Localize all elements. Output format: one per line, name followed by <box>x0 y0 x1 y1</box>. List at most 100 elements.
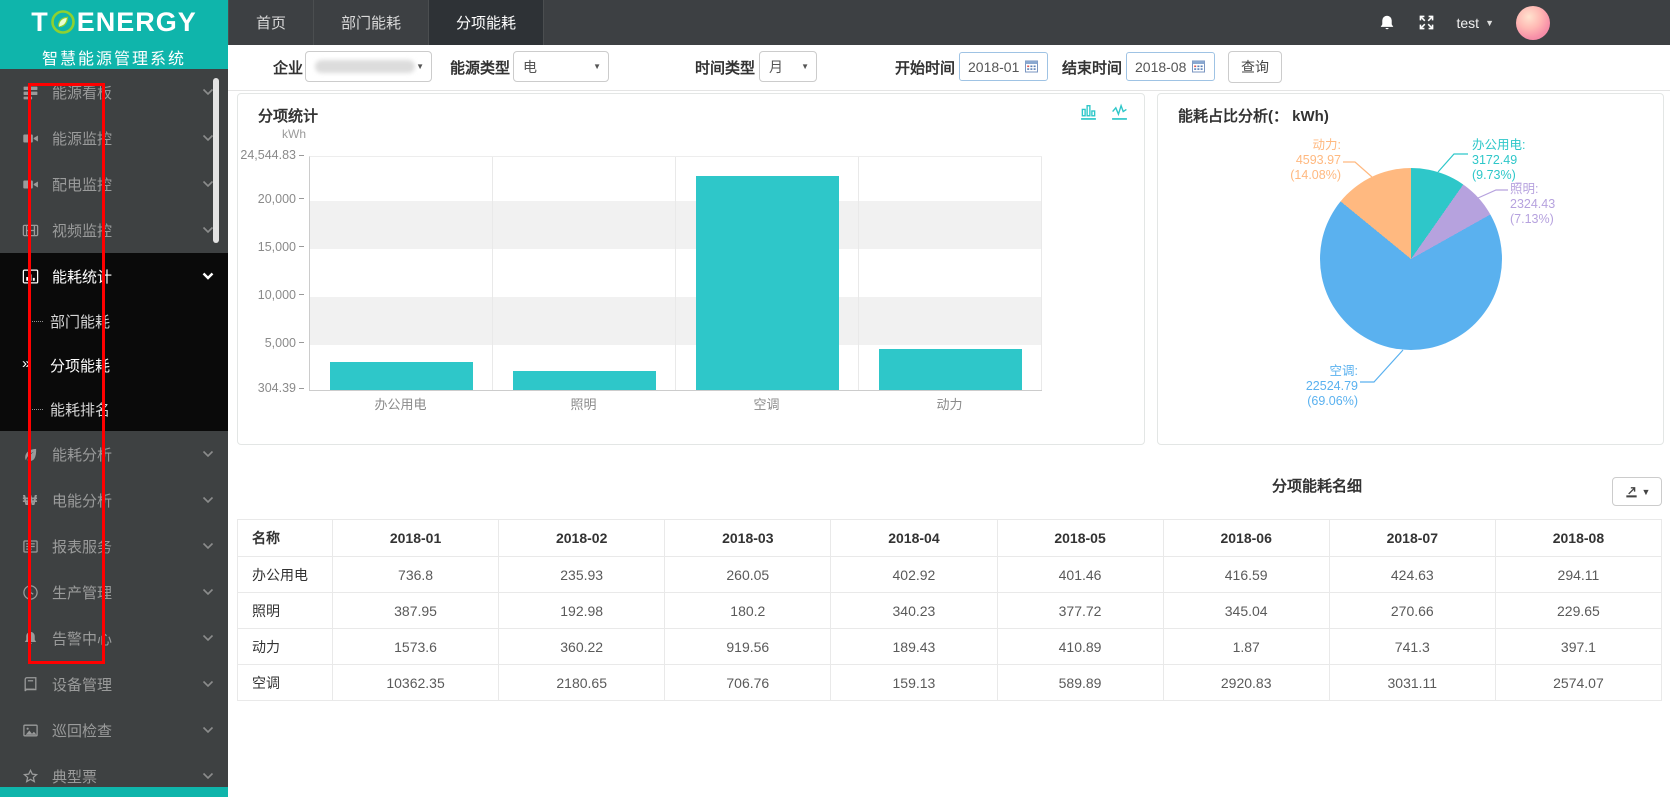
sidebar-scrollbar[interactable] <box>213 78 219 243</box>
y-tick-label: 304.39 <box>238 381 304 395</box>
notification-bell-icon[interactable] <box>1378 14 1396 32</box>
user-menu[interactable]: test ▼ <box>1457 15 1495 31</box>
nav-tab[interactable]: 部门能耗 <box>314 0 429 45</box>
y-tick-label: 5,000 <box>238 336 304 350</box>
sidebar-subitem-label: 分项能耗 <box>50 355 110 376</box>
sidebar-item-label: 配电监控 <box>52 174 202 195</box>
topbar-right: test ▼ <box>1378 0 1670 45</box>
chevron-down-icon <box>202 496 214 504</box>
row-name-cell: 空调 <box>238 665 333 701</box>
start-date-input[interactable]: 2018-01 <box>959 52 1048 81</box>
export-button[interactable]: ▼ <box>1612 477 1662 506</box>
energy-type-select[interactable]: 电 ▼ <box>513 51 609 82</box>
nav-tabs: 首页部门能耗分项能耗 <box>228 0 544 45</box>
tree-stub <box>30 321 43 322</box>
sidebar-item[interactable]: 能源看板 <box>0 69 228 115</box>
time-type-value: 月 <box>769 57 783 77</box>
bar[interactable] <box>330 362 473 390</box>
sidebar-item[interactable]: 告警中心 <box>0 615 228 661</box>
sidebar-item-label: 视频监控 <box>52 220 202 241</box>
sidebar-subitem-label: 能耗排名 <box>50 399 110 420</box>
value-cell: 416.59 <box>1163 557 1329 593</box>
nav-tab[interactable]: 首页 <box>228 0 314 45</box>
bar[interactable] <box>513 371 656 390</box>
table-column-header: 2018-08 <box>1495 520 1661 557</box>
sidebar-subitem[interactable]: 部门能耗 <box>0 299 228 343</box>
bar[interactable] <box>696 176 839 390</box>
sidebar-item[interactable]: 能耗统计 <box>0 253 228 299</box>
won-icon: ₩ <box>20 491 40 509</box>
value-cell: 589.89 <box>997 665 1163 701</box>
film-icon <box>20 221 40 239</box>
bar-chart-toggle-icon[interactable] <box>1080 102 1097 120</box>
sidebar-footer <box>0 787 228 797</box>
pie-slice-label: 办公用电:3172.49(9.73%) <box>1472 138 1582 183</box>
table-column-header: 2018-01 <box>333 520 499 557</box>
nav-tab[interactable]: 分项能耗 <box>429 0 544 45</box>
content-area: 分项统计 kWh 304.395,00010,00015,00020,00024… <box>228 90 1670 797</box>
sidebar-item[interactable]: 能耗分析 <box>0 431 228 477</box>
app-subtitle: 智慧能源管理系统 <box>0 44 228 69</box>
sidebar-item[interactable]: 配电监控 <box>0 161 228 207</box>
value-cell: 424.63 <box>1329 557 1495 593</box>
chevron-down-icon <box>202 272 214 280</box>
sidebar-item[interactable]: ₩电能分析 <box>0 477 228 523</box>
value-cell: 3031.11 <box>1329 665 1495 701</box>
split-area-band <box>310 297 1042 345</box>
sidebar-item[interactable]: 设备管理 <box>0 661 228 707</box>
topbar: 首页部门能耗分项能耗 test ▼ <box>228 0 1670 45</box>
value-cell: 189.43 <box>831 629 997 665</box>
calendar-icon[interactable] <box>1025 60 1038 73</box>
pie-chart-title: 能耗占比分析(： kWh) <box>1178 105 1329 126</box>
chevron-down-icon <box>202 772 214 780</box>
value-cell: 360.22 <box>499 629 665 665</box>
bar-chart-title: 分项统计 <box>258 105 318 126</box>
chevron-down-icon <box>202 588 214 596</box>
query-button[interactable]: 查询 <box>1228 51 1282 83</box>
x-tick-label: 办公用电 <box>309 394 492 413</box>
start-time-label: 开始时间 <box>895 45 955 90</box>
clock-icon <box>20 583 40 601</box>
bar[interactable] <box>879 349 1022 390</box>
sidebar-subitem[interactable]: »分项能耗 <box>0 343 228 387</box>
pie-slice-label: 空调:22524.79(69.06%) <box>1256 364 1358 409</box>
y-axis: 304.395,00010,00015,00020,00024,544.83 <box>238 156 304 389</box>
enterprise-select[interactable]: ▼ <box>305 51 432 82</box>
chevron-down-icon <box>202 542 214 550</box>
value-cell: 1573.6 <box>333 629 499 665</box>
value-cell: 401.46 <box>997 557 1163 593</box>
x-tick-label: 动力 <box>858 394 1041 413</box>
value-cell: 741.3 <box>1329 629 1495 665</box>
line-chart-toggle-icon[interactable] <box>1111 102 1128 120</box>
pie-slice-label: 动力:4593.97(14.08%) <box>1251 138 1341 183</box>
sidebar-item[interactable]: 生产管理 <box>0 569 228 615</box>
sidebar-item[interactable]: 巡回检查 <box>0 707 228 753</box>
value-cell: 2574.07 <box>1495 665 1661 701</box>
sidebar-item[interactable]: 视频监控 <box>0 207 228 253</box>
leaf-icon <box>20 445 40 463</box>
fullscreen-icon[interactable] <box>1418 14 1435 31</box>
table-column-header: 名称 <box>238 520 333 557</box>
camera-icon <box>20 129 40 147</box>
book-icon <box>20 675 40 693</box>
sidebar-subitem[interactable]: 能耗排名 <box>0 387 228 431</box>
image-icon <box>20 721 40 739</box>
sidebar: TENERGY 智慧能源管理系统 能源看板能源监控配电监控视频监控能耗统计部门能… <box>0 0 228 797</box>
sidebar-item-label: 设备管理 <box>52 674 202 695</box>
end-date-input[interactable]: 2018-08 <box>1126 52 1215 81</box>
sidebar-item-label: 能源看板 <box>52 82 202 103</box>
tree-stub <box>30 409 43 410</box>
x-tick-label: 空调 <box>675 394 858 413</box>
avatar[interactable] <box>1516 6 1550 40</box>
sidebar-item-label: 能耗分析 <box>52 444 202 465</box>
value-cell: 235.93 <box>499 557 665 593</box>
value-cell: 377.72 <box>997 593 1163 629</box>
star-icon <box>20 767 40 785</box>
sidebar-item[interactable]: 报表服务 <box>0 523 228 569</box>
value-cell: 159.13 <box>831 665 997 701</box>
sidebar-item-label: 典型票 <box>52 766 202 787</box>
time-type-select[interactable]: 月 ▼ <box>759 51 817 82</box>
calendar-icon[interactable] <box>1192 60 1205 73</box>
sidebar-item[interactable]: 能源监控 <box>0 115 228 161</box>
table-row: 办公用电736.8235.93260.05402.92401.46416.594… <box>238 557 1662 593</box>
